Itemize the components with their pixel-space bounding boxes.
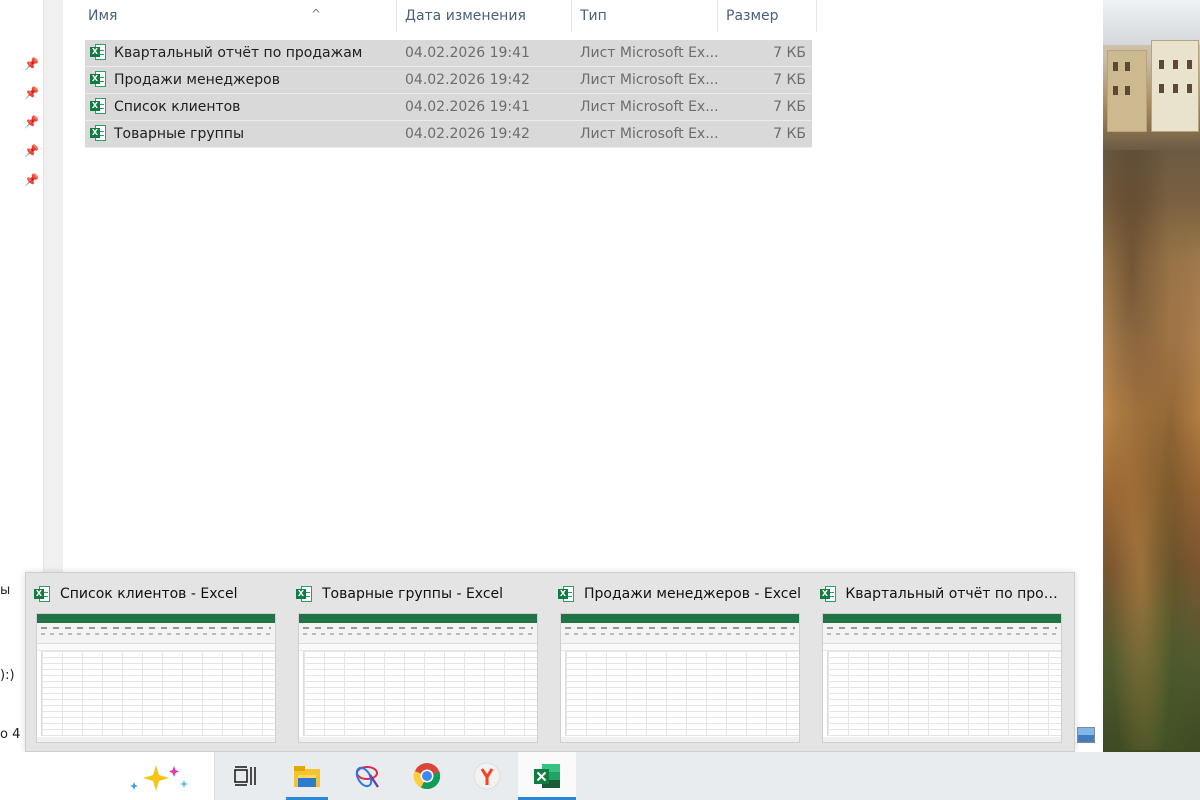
- file-row[interactable]: X Продажи менеджеров 04.02.2026 19:42 Ли…: [85, 67, 812, 94]
- file-size: 7 КБ: [773, 99, 806, 115]
- taskbar-excel[interactable]: [518, 752, 576, 800]
- column-header-type[interactable]: Тип: [572, 0, 718, 32]
- excel-icon: X: [820, 585, 836, 603]
- pin-icon: 📌: [24, 173, 39, 187]
- pin-icon: 📌: [24, 57, 39, 71]
- thumbnail-title: Список клиентов - Excel: [60, 586, 238, 602]
- file-name: Квартальный отчёт по продажам: [114, 45, 363, 61]
- file-type: Лист Microsoft Ex...: [580, 45, 719, 61]
- pin-icon: 📌: [24, 144, 39, 158]
- chrome-icon: [413, 763, 441, 790]
- thumbnail-preview[interactable]: [36, 613, 276, 743]
- yandex-browser-icon: [473, 762, 501, 790]
- file-list: X Квартальный отчёт по продажам 04.02.20…: [85, 40, 812, 148]
- file-date: 04.02.2026 19:41: [405, 99, 530, 115]
- column-header-label: Тип: [580, 8, 607, 24]
- file-type: Лист Microsoft Ex...: [580, 72, 719, 88]
- pin-icon: 📌: [24, 115, 39, 129]
- file-size: 7 КБ: [773, 126, 806, 142]
- picture-icon: [1077, 727, 1095, 743]
- column-header-label: Размер: [726, 8, 779, 24]
- thumbnail-preview[interactable]: [298, 613, 538, 743]
- file-type: Лист Microsoft Ex...: [580, 99, 719, 115]
- file-type: Лист Microsoft Ex...: [580, 126, 719, 142]
- nav-item-fragment[interactable]: ):): [0, 668, 15, 683]
- taskbar-chrome[interactable]: [402, 752, 452, 800]
- sort-ascending-icon: ^: [311, 7, 322, 21]
- file-date: 04.02.2026 19:41: [405, 45, 530, 61]
- window-thumbnail[interactable]: X Продажи менеджеров - Excel: [550, 573, 808, 751]
- taskbar-paint[interactable]: [342, 752, 392, 800]
- excel-icon: X: [34, 585, 50, 603]
- thumbnail-preview[interactable]: [560, 613, 800, 743]
- task-view-icon: [234, 766, 256, 786]
- thumbnail-title: Продажи менеджеров - Excel: [584, 586, 801, 602]
- excel-file-icon: X: [90, 98, 106, 115]
- taskbar-thumbnail-popup: X Список клиентов - Excel X Товарные гру…: [25, 572, 1075, 752]
- excel-file-icon: X: [90, 44, 106, 61]
- thumbnail-title: Товарные группы - Excel: [322, 586, 504, 602]
- column-header-name[interactable]: Имя ^: [80, 0, 397, 32]
- excel-file-icon: X: [90, 125, 106, 142]
- file-name: Продажи менеджеров: [114, 72, 280, 88]
- column-header-row: Имя ^ Дата изменения Тип Размер: [62, 0, 817, 32]
- file-row[interactable]: X Квартальный отчёт по продажам 04.02.20…: [85, 40, 812, 67]
- file-size: 7 КБ: [773, 72, 806, 88]
- file-row[interactable]: X Товарные группы 04.02.2026 19:42 Лист …: [85, 121, 812, 148]
- window-thumbnail[interactable]: X Список клиентов - Excel: [26, 573, 284, 751]
- taskbar: [0, 752, 1200, 800]
- copilot-icon[interactable]: [126, 762, 192, 792]
- excel-icon: [534, 764, 560, 788]
- file-date: 04.02.2026 19:42: [405, 126, 530, 142]
- excel-icon: X: [296, 585, 312, 603]
- file-size: 7 КБ: [773, 45, 806, 61]
- column-header-date[interactable]: Дата изменения: [397, 0, 572, 32]
- column-header-label: Имя: [88, 8, 118, 24]
- thumbnail-preview[interactable]: [822, 613, 1062, 743]
- thumbnail-title: Квартальный отчёт по прода...: [845, 586, 1066, 602]
- file-name: Список клиентов: [114, 99, 241, 115]
- file-name: Товарные группы: [114, 126, 244, 142]
- taskbar-yandex-browser[interactable]: [462, 752, 512, 800]
- window-thumbnail[interactable]: X Товарные группы - Excel: [288, 573, 546, 751]
- desktop-wallpaper: [1103, 0, 1200, 752]
- taskbar-file-explorer[interactable]: [282, 752, 332, 800]
- column-header-size[interactable]: Размер: [718, 0, 817, 32]
- excel-file-icon: X: [90, 71, 106, 88]
- file-explorer-icon: [294, 766, 320, 787]
- excel-icon: X: [558, 585, 574, 603]
- task-view-button[interactable]: [220, 752, 270, 800]
- window-thumbnail[interactable]: X Квартальный отчёт по прода...: [812, 573, 1070, 751]
- column-header-label: Дата изменения: [405, 8, 526, 24]
- nav-item-fragment[interactable]: ы: [0, 583, 10, 598]
- taskbar-search-box[interactable]: [0, 752, 215, 800]
- file-row[interactable]: X Список клиентов 04.02.2026 19:41 Лист …: [85, 94, 812, 121]
- file-date: 04.02.2026 19:42: [405, 72, 530, 88]
- pin-icon: 📌: [24, 86, 39, 100]
- paint-icon: [355, 766, 379, 788]
